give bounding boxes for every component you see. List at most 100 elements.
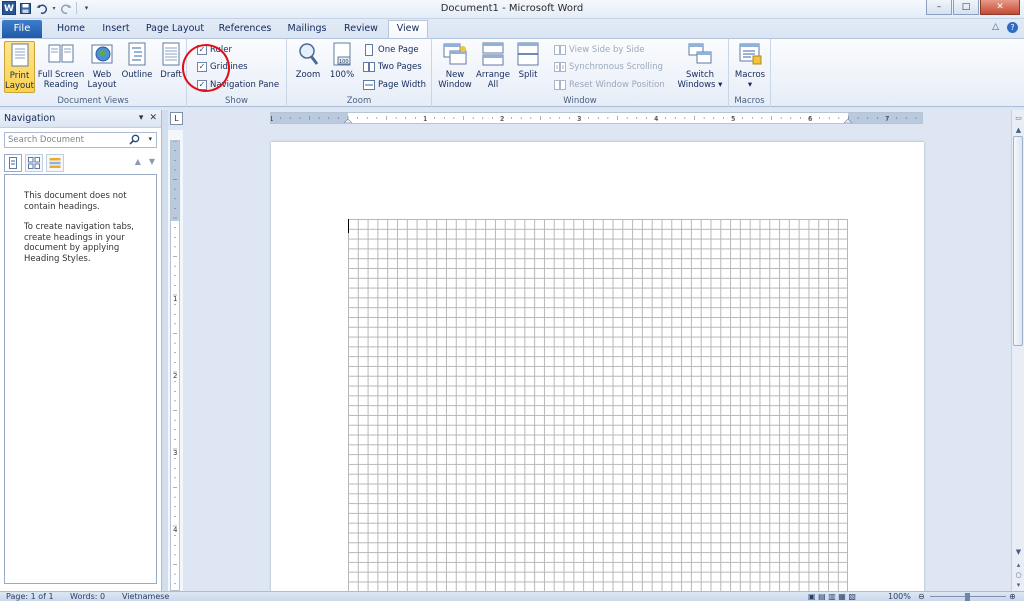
search-document-input[interactable]: Search Document ▾ (4, 132, 157, 148)
language-indicator[interactable]: Vietnamese (122, 592, 169, 601)
scrollbar-thumb[interactable] (1013, 136, 1023, 346)
zoom-in-icon[interactable]: ⊕ (1009, 592, 1016, 601)
switch-windows-label: Switch Windows ▾ (677, 70, 723, 90)
web-layout-button[interactable]: Web Layout (86, 41, 118, 93)
vertical-scrollbar[interactable]: ▭ ▲ ▼ ▴ ○ ▾ (1011, 110, 1024, 591)
maximize-button[interactable]: □ (953, 0, 979, 15)
tab-selector[interactable]: L (170, 112, 183, 125)
page-count[interactable]: Page: 1 of 1 (6, 592, 54, 601)
reset-window-position-button[interactable]: Reset Window Position (554, 77, 665, 92)
gridlines-checkbox[interactable]: ✓ Gridlines (197, 59, 248, 74)
browse-results-tab[interactable] (46, 154, 64, 172)
magnifier-icon (299, 43, 319, 65)
switch-windows-button[interactable]: Switch Windows ▾ (677, 41, 723, 93)
macros-button[interactable]: Macros ▾ (733, 41, 767, 93)
switch-windows-icon (688, 43, 712, 64)
minimize-ribbon-icon[interactable]: △ (992, 22, 999, 33)
new-window-icon (443, 43, 467, 65)
window-controls: – □ ✕ (926, 0, 1020, 15)
reset-window-position-label: Reset Window Position (569, 79, 665, 90)
draft-icon (162, 42, 180, 66)
zoom-level[interactable]: 100% (888, 592, 911, 601)
ruler-number: 3 (577, 115, 581, 123)
navigation-close-icon[interactable]: ✕ (149, 113, 157, 123)
tab-home[interactable]: Home (50, 22, 92, 38)
synchronous-scrolling-label: Synchronous Scrolling (569, 61, 663, 72)
search-icon[interactable] (129, 134, 140, 145)
navigation-pane-checkbox[interactable]: ✓ Navigation Pane (197, 77, 279, 92)
group-label-window: Window (563, 96, 597, 106)
one-page-button[interactable]: One Page (363, 42, 419, 57)
help-icon[interactable]: ? (1007, 22, 1018, 33)
new-window-button[interactable]: New Window (436, 41, 474, 93)
split-icon (517, 42, 539, 66)
search-options-icon[interactable]: ▾ (148, 135, 152, 143)
indent-marker (343, 118, 353, 123)
tab-file[interactable]: File (2, 20, 42, 38)
ruler-label: Ruler (210, 44, 232, 55)
full-screen-reading-label: Full Screen Reading (37, 70, 85, 90)
word-count[interactable]: Words: 0 (70, 592, 105, 601)
close-button[interactable]: ✕ (980, 0, 1020, 15)
outline-button[interactable]: Outline (119, 41, 155, 93)
navigation-title: Navigation (4, 113, 56, 124)
vertical-ruler[interactable]: 1 2 3 4 (170, 140, 180, 591)
title-bar: W ▾ ▾ Document1 - Microsoft Word – □ ✕ (0, 0, 1024, 19)
horizontal-ruler[interactable]: 1 1 2 3 4 5 6 7 (270, 112, 923, 124)
view-side-by-side-button[interactable]: View Side by Side (554, 42, 644, 57)
view-buttons[interactable]: ▣ ▤ ▥ ▦ ▧ (808, 592, 856, 601)
ruler-number: 1 (271, 115, 273, 123)
group-label-show: Show (225, 96, 248, 106)
ruler-ticks: 1 1 2 3 4 5 6 7 (271, 115, 917, 123)
macros-icon (739, 43, 762, 65)
scroll-down-icon[interactable]: ▼ (1013, 546, 1024, 558)
tab-insert[interactable]: Insert (95, 22, 137, 38)
minimize-button[interactable]: – (926, 0, 952, 15)
tab-mailings[interactable]: Mailings (282, 22, 332, 38)
print-layout-button[interactable]: Print Layout (4, 41, 35, 93)
outline-label: Outline (121, 70, 153, 80)
macros-label: Macros ▾ (734, 70, 766, 90)
zoom-button[interactable]: Zoom (293, 41, 323, 93)
document-page[interactable] (271, 142, 924, 591)
browse-headings-tab[interactable] (4, 154, 22, 172)
browse-pages-tab[interactable] (25, 154, 43, 172)
ruler-number: 5 (731, 115, 735, 123)
tab-review[interactable]: Review (338, 22, 384, 38)
print-layout-icon (11, 43, 28, 67)
synchronous-scrolling-icon (554, 61, 566, 72)
vertical-ruler-number: 3 (173, 449, 177, 457)
zoom-slider-thumb[interactable] (965, 593, 970, 601)
next-heading-icon[interactable]: ▼ (149, 157, 155, 166)
page-width-icon (363, 79, 375, 90)
two-pages-label: Two Pages (378, 61, 422, 72)
scroll-up-icon[interactable]: ▲ (1013, 124, 1024, 136)
navigation-header: Navigation ▾ ✕ (0, 110, 161, 128)
two-pages-button[interactable]: Two Pages (363, 59, 422, 74)
navigation-options-icon[interactable]: ▾ (139, 113, 144, 123)
split-label: Split (518, 70, 538, 80)
pane-splitter[interactable] (162, 110, 168, 591)
group-window: New Window Arrange All Split View Side b… (432, 39, 729, 107)
window-title: Document1 - Microsoft Word (440, 3, 584, 14)
arrange-all-button[interactable]: Arrange All (475, 41, 511, 93)
svg-text:100: 100 (339, 59, 349, 65)
zoom-out-icon[interactable]: ⊖ (918, 592, 925, 601)
full-screen-reading-button[interactable]: Full Screen Reading (37, 41, 85, 93)
ruler-checkbox[interactable]: ✓ Ruler (197, 42, 232, 57)
draft-button[interactable]: Draft (157, 41, 185, 93)
group-label-zoom: Zoom (346, 96, 372, 106)
split-button[interactable]: Split (514, 41, 542, 93)
tab-view[interactable]: View (388, 20, 428, 38)
synchronous-scrolling-button[interactable]: Synchronous Scrolling (554, 59, 663, 74)
zoom-100-button[interactable]: 100 100% (326, 41, 358, 93)
page-width-button[interactable]: Page Width (363, 77, 426, 92)
ruler-number: 2 (500, 115, 504, 123)
navigation-tabs: ▲ ▼ (4, 154, 157, 172)
ruler-toggle-icon[interactable]: ▭ (1013, 112, 1024, 124)
view-side-by-side-icon (554, 44, 566, 55)
previous-heading-icon[interactable]: ▲ (135, 157, 141, 166)
next-page-icon[interactable]: ▾ (1013, 579, 1024, 591)
tab-references[interactable]: References (214, 22, 276, 38)
tab-page-layout[interactable]: Page Layout (142, 22, 208, 38)
